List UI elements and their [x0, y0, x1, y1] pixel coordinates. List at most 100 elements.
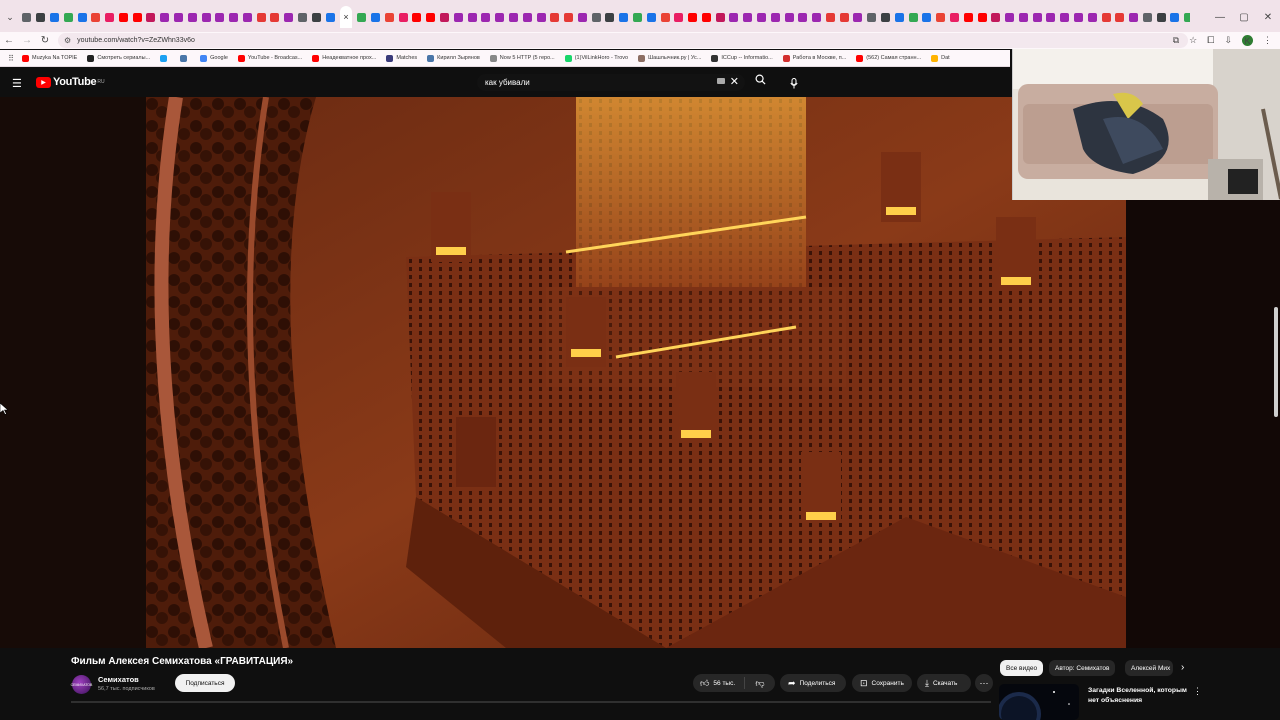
- recommendation-title[interactable]: Загадки Вселенной, которым нет объяснени…: [1088, 686, 1188, 706]
- browser-tab[interactable]: [784, 12, 794, 22]
- browser-tab[interactable]: [160, 12, 170, 22]
- browser-tab[interactable]: [1018, 12, 1028, 22]
- bookmark-item[interactable]: Смотреть сериалы...: [87, 54, 150, 62]
- browser-tab[interactable]: [715, 12, 725, 22]
- active-browser-tab[interactable]: ×: [339, 6, 352, 28]
- browser-tab[interactable]: [242, 12, 252, 22]
- browser-tab[interactable]: [812, 12, 822, 22]
- browser-tab[interactable]: [949, 12, 959, 22]
- browser-tab[interactable]: [605, 12, 615, 22]
- bookmark-item[interactable]: Muzyka Na TOPIE: [22, 54, 77, 62]
- bookmark-item[interactable]: Работа в Москве, п...: [782, 54, 846, 62]
- share-button[interactable]: ➦ Поделиться: [780, 674, 846, 692]
- bookmark-item[interactable]: Google: [200, 54, 228, 62]
- browser-tab[interactable]: [201, 12, 211, 22]
- recommendation-thumbnail[interactable]: [999, 684, 1079, 720]
- chip-author[interactable]: Автор: Семихатов: [1049, 660, 1116, 676]
- chrome-menu-icon[interactable]: ⋮: [1263, 35, 1272, 46]
- browser-tab[interactable]: [215, 12, 225, 22]
- maximize-icon[interactable]: ▢: [1232, 12, 1256, 23]
- browser-tab[interactable]: [187, 12, 197, 22]
- browser-tab[interactable]: [325, 12, 335, 22]
- like-button[interactable]: 👍︎ 56 тыс.: [693, 677, 745, 689]
- browser-tab[interactable]: [660, 12, 670, 22]
- browser-tab[interactable]: [453, 12, 463, 22]
- browser-tab[interactable]: [1046, 12, 1056, 22]
- browser-tab[interactable]: [867, 12, 877, 22]
- browser-tab[interactable]: [1032, 12, 1042, 22]
- browser-tab[interactable]: [1087, 12, 1097, 22]
- chevron-right-icon[interactable]: ›: [1181, 662, 1184, 673]
- youtube-logo[interactable]: ▶ YouTube RU: [36, 76, 105, 88]
- bookmark-item[interactable]: (1)VilLinkHoro - Trovo: [564, 54, 628, 62]
- browser-tab[interactable]: [1129, 12, 1139, 22]
- browser-tab[interactable]: [270, 12, 280, 22]
- profile-avatar[interactable]: K: [1242, 35, 1253, 46]
- browser-tab[interactable]: [1101, 12, 1111, 22]
- keyboard-icon[interactable]: [717, 78, 725, 84]
- browser-tab[interactable]: [22, 12, 32, 22]
- browser-tab[interactable]: [1005, 12, 1015, 22]
- reload-icon[interactable]: ↻: [36, 35, 54, 46]
- browser-tab[interactable]: [757, 12, 767, 22]
- apps-grid-icon[interactable]: ⠿: [0, 54, 22, 63]
- browser-tab[interactable]: [591, 12, 601, 22]
- browser-tab[interactable]: [371, 12, 381, 22]
- browser-tab[interactable]: [105, 12, 115, 22]
- browser-tab[interactable]: [729, 12, 739, 22]
- browser-tab[interactable]: [632, 12, 642, 22]
- browser-tab[interactable]: [743, 12, 753, 22]
- site-info-icon[interactable]: ⚙: [64, 36, 71, 45]
- channel-name[interactable]: Семихатов: [98, 675, 139, 684]
- bookmark-item[interactable]: Неадекватное прох...: [312, 54, 376, 62]
- tab-search-icon[interactable]: ⌄: [0, 0, 20, 34]
- browser-tab[interactable]: [412, 12, 422, 22]
- browser-tab[interactable]: [440, 12, 450, 22]
- browser-tab[interactable]: [839, 12, 849, 22]
- extensions-icon[interactable]: ⧠: [1207, 35, 1214, 46]
- more-actions-button[interactable]: ⋯: [975, 674, 993, 692]
- browser-tab[interactable]: [1156, 12, 1166, 22]
- subscribe-button[interactable]: Подписаться: [175, 674, 235, 692]
- bookmark-item[interactable]: (562) Самая странн...: [856, 54, 921, 62]
- bookmark-item[interactable]: Кирилл Зырянов: [427, 54, 480, 62]
- browser-tab[interactable]: [467, 12, 477, 22]
- browser-tab[interactable]: [1115, 12, 1125, 22]
- browser-tab[interactable]: [357, 12, 367, 22]
- browser-tab[interactable]: [229, 12, 239, 22]
- browser-tab[interactable]: [881, 12, 891, 22]
- guide-menu-icon[interactable]: ☰: [12, 77, 22, 90]
- browser-tab[interactable]: [550, 12, 560, 22]
- downloads-icon[interactable]: ⇩: [1224, 35, 1232, 46]
- browser-tab[interactable]: [77, 12, 87, 22]
- forward-icon[interactable]: →: [18, 35, 36, 46]
- open-in-app-icon[interactable]: ⧉: [1173, 35, 1179, 46]
- recommendation-menu-icon[interactable]: ⋮: [1193, 686, 1202, 697]
- browser-tab[interactable]: [908, 12, 918, 22]
- browser-tab[interactable]: [674, 12, 684, 22]
- browser-tab[interactable]: [398, 12, 408, 22]
- browser-tab[interactable]: [894, 12, 904, 22]
- browser-tab[interactable]: [577, 12, 587, 22]
- browser-tab[interactable]: [688, 12, 698, 22]
- browser-tab[interactable]: [619, 12, 629, 22]
- browser-tab[interactable]: [1142, 12, 1152, 22]
- minimize-icon[interactable]: —: [1208, 12, 1232, 23]
- video-player[interactable]: [146, 97, 1126, 648]
- browser-tab[interactable]: [36, 12, 46, 22]
- browser-tab[interactable]: [1060, 12, 1070, 22]
- browser-tab[interactable]: [173, 12, 183, 22]
- save-button[interactable]: ⊡ Сохранить: [852, 674, 912, 692]
- browser-tab[interactable]: [536, 12, 546, 22]
- search-input[interactable]: как убивали ✕: [477, 74, 745, 91]
- dislike-button[interactable]: 👎︎: [745, 678, 775, 689]
- chip-all-videos[interactable]: Все видео: [1000, 660, 1044, 676]
- browser-tab[interactable]: [495, 12, 505, 22]
- browser-tab[interactable]: [284, 12, 294, 22]
- bookmark-item[interactable]: Dat: [931, 54, 950, 62]
- bookmark-item[interactable]: Matches: [386, 54, 417, 62]
- browser-tab[interactable]: [798, 12, 808, 22]
- clear-search-icon[interactable]: ✕: [730, 75, 739, 88]
- bookmark-item[interactable]: YouTube - Broadcas...: [237, 54, 302, 62]
- browser-tab[interactable]: [146, 12, 156, 22]
